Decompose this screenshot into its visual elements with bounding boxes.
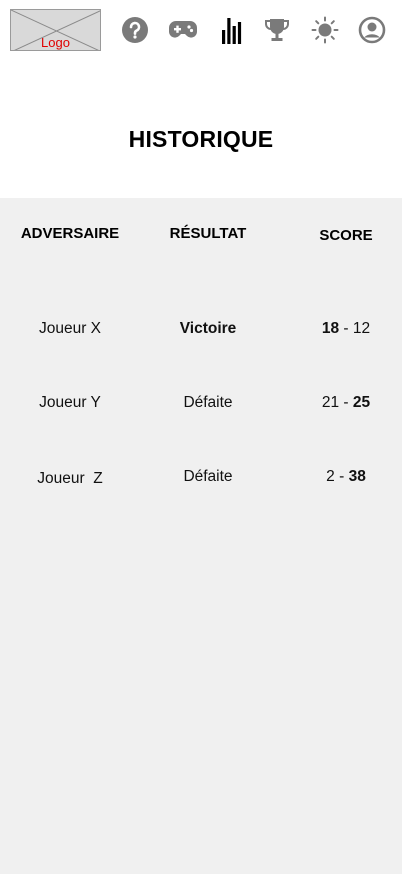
row-2-score-right: 25 bbox=[352, 394, 371, 411]
row-1-result: Victoire bbox=[138, 320, 278, 338]
column-header-score: SCORE bbox=[319, 227, 373, 244]
account-icon bbox=[358, 16, 386, 44]
score-separator: - bbox=[334, 468, 349, 485]
row-3-score: 2 - 38 bbox=[276, 468, 402, 486]
page-title: HISTORIQUE bbox=[128, 126, 274, 152]
logo-label: Logo bbox=[41, 35, 70, 50]
column-header-opponent: ADVERSAIRE bbox=[20, 225, 120, 242]
help-icon bbox=[122, 17, 148, 43]
theme-toggle-button[interactable] bbox=[310, 15, 340, 45]
gamepad-icon bbox=[169, 21, 197, 38]
trophy-icon bbox=[265, 19, 289, 41]
row-1-result-label: Victoire bbox=[179, 320, 237, 337]
score-separator: - bbox=[339, 394, 353, 411]
row-2-score-left: 21 bbox=[321, 394, 340, 411]
row-3-opponent: Joueur Z bbox=[37, 470, 103, 487]
row-2-result: Défaite bbox=[183, 394, 233, 411]
history-table: ADVERSAIRE RÉSULTAT SCORE Joueur X Victo… bbox=[0, 198, 402, 874]
row-3-score-left: 2 bbox=[326, 468, 335, 485]
column-header-result: RÉSULTAT bbox=[169, 225, 247, 242]
row-2-opponent: Joueur Y bbox=[39, 394, 101, 411]
help-button[interactable] bbox=[120, 15, 150, 45]
top-navigation-bar: Logo bbox=[0, 0, 402, 62]
row-1-score-left: 18 bbox=[321, 320, 340, 337]
history-stats-button[interactable] bbox=[216, 15, 246, 45]
score-separator: - bbox=[339, 320, 353, 337]
row-1-score-right: 12 bbox=[352, 320, 371, 337]
play-button[interactable] bbox=[168, 15, 198, 45]
sun-icon bbox=[311, 16, 339, 44]
row-2-score: 21 - 25 bbox=[276, 394, 402, 412]
stats-icon bbox=[222, 18, 242, 44]
profile-button[interactable] bbox=[357, 15, 387, 45]
leaderboard-button[interactable] bbox=[262, 15, 292, 45]
row-1-opponent: Joueur X bbox=[38, 320, 102, 337]
logo-placeholder[interactable]: Logo bbox=[10, 9, 101, 51]
row-1-score: 18 - 12 bbox=[276, 320, 402, 338]
row-3-score-right: 38 bbox=[348, 468, 366, 485]
row-3-result: Défaite bbox=[183, 468, 233, 485]
